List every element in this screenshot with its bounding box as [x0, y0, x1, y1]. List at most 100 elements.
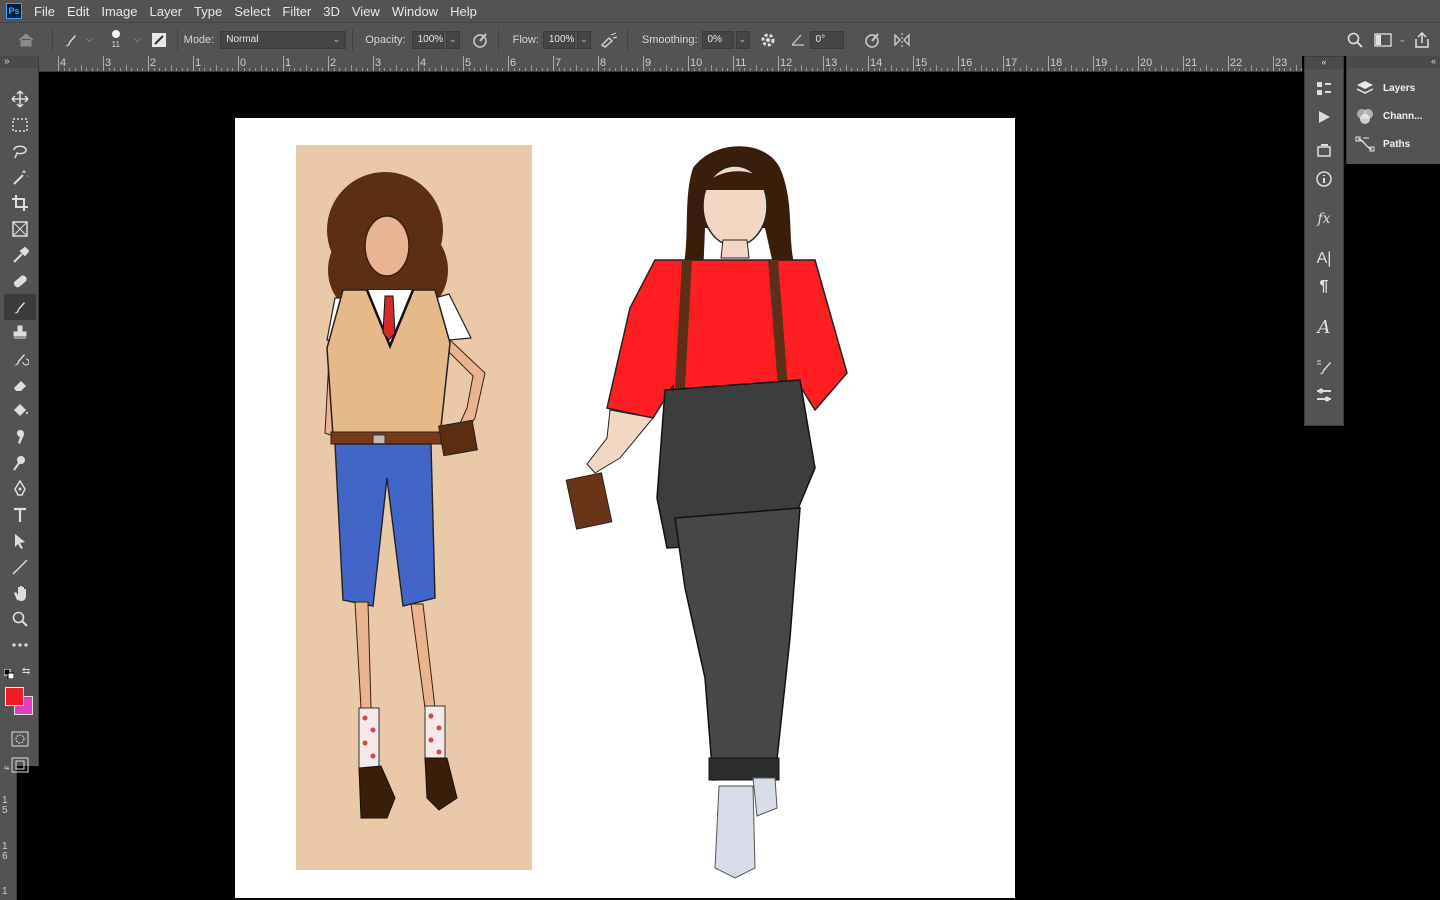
menu-window[interactable]: Window: [388, 4, 446, 19]
menu-select[interactable]: Select: [230, 4, 278, 19]
stamp-tool-icon[interactable]: [4, 320, 36, 346]
smoothing-input[interactable]: 0%: [701, 30, 734, 49]
quick-mask-icon[interactable]: [4, 726, 36, 752]
healing-tool-icon[interactable]: [4, 268, 36, 294]
hand-tool-icon[interactable]: [4, 580, 36, 606]
menu-file[interactable]: File: [30, 4, 63, 19]
ruler-minor-tick: [744, 68, 746, 71]
ruler-minor-tick: [1222, 68, 1224, 71]
history-brush-tool-icon[interactable]: [4, 346, 36, 372]
ruler-label: 17: [1005, 57, 1018, 69]
menu-view[interactable]: View: [348, 4, 388, 19]
ruler-minor-tick: [749, 68, 751, 71]
brush-settings-icon[interactable]: [1305, 353, 1343, 381]
lasso-tool-icon[interactable]: [4, 138, 36, 164]
ruler-minor-tick: [986, 68, 988, 71]
menu-filter[interactable]: Filter: [278, 4, 319, 19]
default-colors-icon[interactable]: [3, 666, 15, 680]
ruler-minor-tick: [322, 68, 324, 71]
eyedropper-tool-icon[interactable]: [4, 242, 36, 268]
menu-3d[interactable]: 3D: [319, 4, 348, 19]
panel-item-layers[interactable]: Layers: [1347, 74, 1440, 102]
paint-bucket-tool-icon[interactable]: [4, 398, 36, 424]
dodge-tool-icon[interactable]: [4, 450, 36, 476]
line-tool-icon[interactable]: [4, 554, 36, 580]
figure-2-right-shoe: [752, 777, 778, 817]
airbrush-icon[interactable]: [597, 28, 621, 52]
ruler-minor-tick: [249, 68, 251, 71]
pressure-opacity-icon[interactable]: [468, 28, 492, 52]
type-tool-icon[interactable]: [4, 502, 36, 528]
ruler-tick: [328, 56, 329, 71]
character-icon[interactable]: A|: [1305, 245, 1343, 273]
collapse-toolbar-icon[interactable]: »: [0, 56, 38, 68]
3d-icon[interactable]: [1305, 137, 1343, 165]
actions-play-icon[interactable]: [1305, 103, 1343, 131]
ruler-minor-tick: [86, 68, 88, 71]
pressure-size-icon[interactable]: [860, 28, 884, 52]
ruler-minor-tick: [1098, 68, 1100, 71]
swap-colors-icon[interactable]: ⇆: [22, 666, 34, 678]
move-tool-icon[interactable]: [4, 86, 36, 112]
smoothing-dropdown[interactable]: ⌄: [735, 30, 750, 49]
menu-image[interactable]: Image: [97, 4, 145, 19]
panel-item-paths[interactable]: Paths: [1347, 130, 1440, 158]
brush-preset-dropdown[interactable]: ⌵: [86, 34, 93, 45]
menu-type[interactable]: Type: [190, 4, 230, 19]
search-icon[interactable]: [1343, 28, 1367, 52]
home-icon[interactable]: [14, 28, 38, 52]
glyphs-icon[interactable]: A: [1305, 313, 1343, 341]
eraser-tool-icon[interactable]: [4, 372, 36, 398]
ruler-tick: [1273, 56, 1274, 71]
opacity-dropdown[interactable]: ⌄: [445, 30, 460, 49]
pen-tool-icon[interactable]: [4, 476, 36, 502]
smudge-tool-icon[interactable]: [4, 424, 36, 450]
flow-dropdown[interactable]: ⌄: [576, 30, 591, 49]
document-canvas[interactable]: [235, 118, 1015, 898]
ruler-minor-tick: [794, 68, 796, 71]
path-select-tool-icon[interactable]: [4, 528, 36, 554]
frame-tool-icon[interactable]: [4, 216, 36, 242]
brush-size-dropdown[interactable]: ⌵: [134, 34, 141, 45]
menu-edit[interactable]: Edit: [63, 4, 97, 19]
menu-layer[interactable]: Layer: [146, 4, 191, 19]
paragraph-icon[interactable]: ¶: [1305, 273, 1343, 301]
mode-select[interactable]: Normal ⌄: [220, 30, 347, 49]
brush-preset-icon[interactable]: [59, 28, 83, 52]
brush-size-picker[interactable]: 11: [101, 25, 131, 55]
magic-wand-tool-icon[interactable]: [4, 164, 36, 190]
ruler-tick: [1048, 56, 1049, 71]
ruler-minor-tick: [1211, 68, 1213, 71]
ruler-minor-tick: [603, 68, 605, 71]
ruler-minor-tick: [97, 68, 99, 71]
info-icon[interactable]: [1305, 165, 1343, 193]
ruler-minor-tick: [502, 68, 504, 71]
ruler-minor-tick: [232, 68, 234, 71]
flow-input[interactable]: 100%: [542, 30, 575, 49]
zoom-tool-icon[interactable]: [4, 606, 36, 632]
ruler-minor-tick: [170, 65, 172, 71]
marquee-tool-icon[interactable]: [4, 112, 36, 138]
history-icon[interactable]: [1305, 75, 1343, 103]
ruler-minor-tick: [1205, 65, 1207, 71]
menu-help[interactable]: Help: [446, 4, 485, 19]
angle-input[interactable]: 0°: [809, 30, 844, 49]
brush-panel-toggle-icon[interactable]: [147, 28, 171, 52]
workspace-icon[interactable]: [1371, 28, 1395, 52]
layers-panel-group: « Layers Chann... Paths: [1346, 56, 1440, 164]
collapse-panel-icon[interactable]: «: [1347, 56, 1440, 68]
symmetry-icon[interactable]: [890, 28, 914, 52]
collapse-strip-icon[interactable]: «: [1305, 57, 1343, 69]
screen-mode-icon[interactable]: [4, 752, 36, 778]
workspace-dropdown[interactable]: ⌄: [1398, 34, 1406, 45]
more-tools-icon[interactable]: [4, 632, 36, 658]
gear-icon[interactable]: [756, 28, 780, 52]
foreground-color-swatch[interactable]: [5, 687, 24, 706]
crop-tool-icon[interactable]: [4, 190, 36, 216]
share-icon[interactable]: [1410, 28, 1434, 52]
adjustments-icon[interactable]: [1305, 381, 1343, 409]
opacity-input[interactable]: 100%: [411, 30, 444, 49]
brush-tool-icon[interactable]: [4, 294, 36, 320]
panel-item-channels[interactable]: Chann...: [1347, 102, 1440, 130]
styles-fx-icon[interactable]: fx: [1305, 205, 1343, 233]
